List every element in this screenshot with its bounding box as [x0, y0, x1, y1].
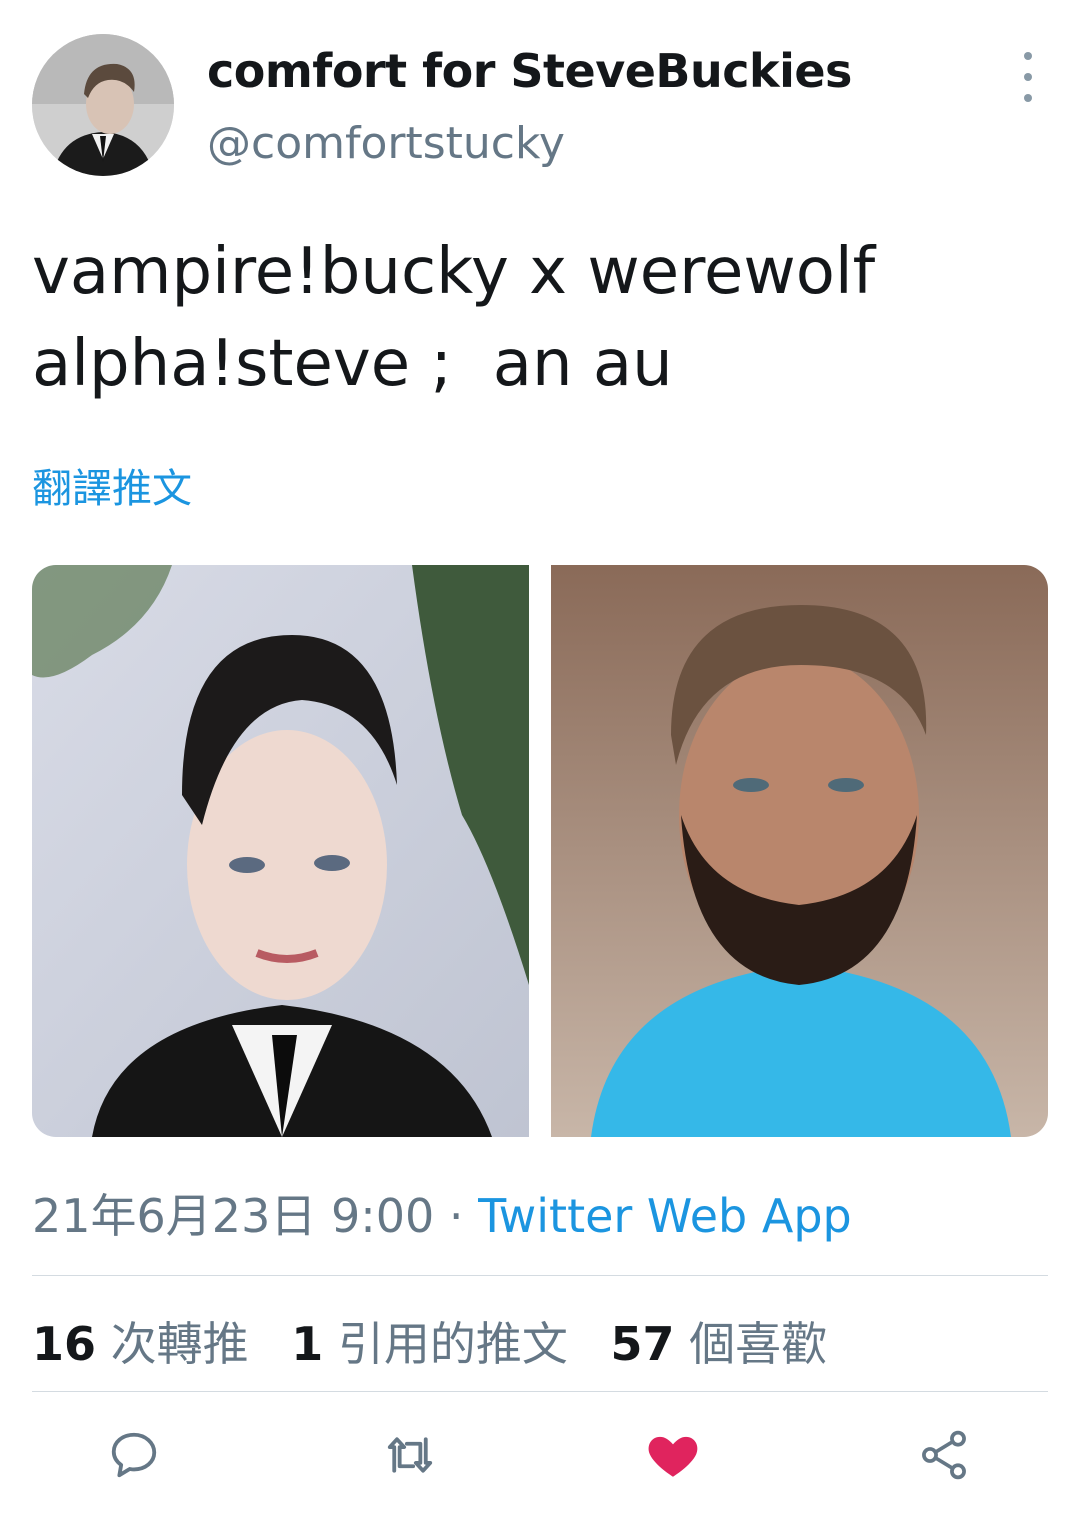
quotes-stat[interactable]: 1 引用的推文: [291, 1317, 568, 1371]
divider: [32, 1391, 1048, 1392]
likes-stat[interactable]: 57 個喜歡: [611, 1317, 828, 1371]
tweet-timestamp[interactable]: 21年6月23日 9:00: [32, 1189, 434, 1243]
avatar[interactable]: [32, 34, 174, 176]
tweet-meta: 21年6月23日 9:00 · Twitter Web App: [32, 1180, 852, 1246]
avatar-image: [32, 34, 174, 176]
tweet-text: vampire!bucky x werewolf alpha!steve ; a…: [32, 235, 876, 401]
share-icon: [922, 1430, 966, 1480]
media-photo-right[interactable]: [551, 565, 1048, 1137]
share-button[interactable]: [914, 1425, 974, 1485]
reply-icon: [111, 1432, 157, 1478]
media-photo-left[interactable]: [32, 565, 529, 1137]
more-dot: [1024, 52, 1032, 60]
tweet-stats: 16 次轉推 1 引用的推文 57 個喜歡: [32, 1308, 855, 1374]
quotes-count: 1: [291, 1317, 324, 1371]
likes-label: 個喜歡: [689, 1317, 828, 1371]
like-button[interactable]: [643, 1425, 703, 1485]
retweets-label: 次轉推: [110, 1317, 249, 1371]
divider: [32, 1275, 1048, 1276]
likes-count: 57: [610, 1317, 675, 1371]
reply-button[interactable]: [104, 1425, 164, 1485]
more-dot: [1024, 94, 1032, 102]
more-dot: [1024, 73, 1032, 81]
tweet-source[interactable]: Twitter Web App: [478, 1189, 852, 1243]
more-options-icon[interactable]: [1008, 52, 1048, 102]
retweets-count: 16: [32, 1317, 97, 1371]
meta-separator: ·: [434, 1189, 479, 1243]
heart-icon: [648, 1436, 698, 1477]
photo-left-image: [32, 565, 529, 1137]
author-display-name[interactable]: comfort for SteveBuckies: [207, 44, 852, 98]
photo-right-image: [551, 565, 1048, 1137]
quotes-label: 引用的推文: [337, 1317, 568, 1371]
action-bar: [0, 1425, 1080, 1485]
retweet-icon: [387, 1437, 433, 1473]
tweet-media: [32, 565, 1048, 1137]
translate-tweet-link[interactable]: 翻譯推文: [32, 456, 192, 514]
retweets-stat[interactable]: 16 次轉推: [32, 1317, 249, 1371]
author-handle[interactable]: @comfortstucky: [207, 118, 565, 169]
retweet-button[interactable]: [380, 1425, 440, 1485]
